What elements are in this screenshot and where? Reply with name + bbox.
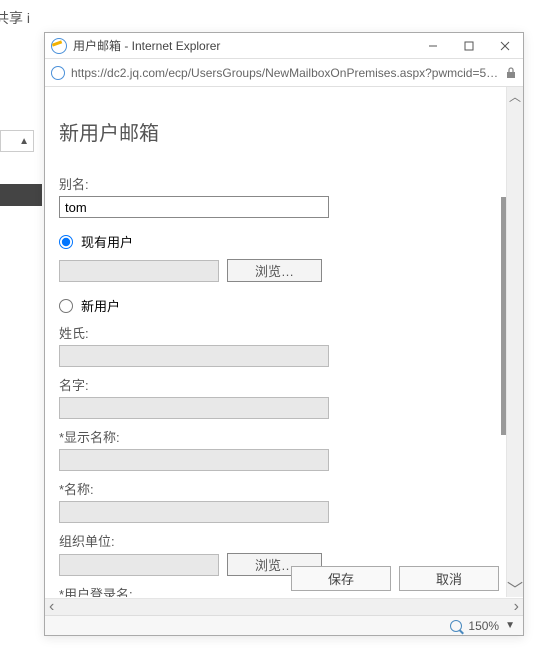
cancel-button[interactable]: 取消 [399, 566, 499, 591]
scroll-left-icon[interactable]: ‹ [49, 598, 54, 615]
name-label: *名称: [59, 479, 491, 498]
vertical-scrollbar[interactable]: ︿ ﹀ [506, 87, 523, 597]
minimize-button[interactable] [415, 33, 451, 58]
lock-icon [505, 66, 517, 80]
alias-label: 别名: [59, 174, 491, 193]
existing-user-input[interactable] [59, 260, 219, 282]
content-area: 新用户邮箱 别名: 现有用户 浏览… 新用户 姓氏: 名字: *显示名称: *名… [45, 87, 523, 615]
alias-input[interactable] [59, 196, 329, 218]
displayname-input[interactable] [59, 449, 329, 471]
existing-user-radio[interactable] [59, 235, 73, 249]
addressbar[interactable]: https://dc2.jq.com/ecp/UsersGroups/NewMa… [45, 59, 523, 87]
scroll-down-icon[interactable]: ﹀ [507, 581, 523, 595]
close-icon [500, 41, 510, 51]
browse-existing-button[interactable]: 浏览… [227, 259, 322, 282]
bg-dropdown[interactable]: ▲ [0, 130, 34, 152]
titlebar: 用户邮箱 - Internet Explorer [45, 33, 523, 59]
firstname-input[interactable] [59, 397, 329, 419]
zoom-dropdown-icon[interactable]: ▼ [505, 620, 515, 631]
existing-user-label: 现有用户 [81, 232, 133, 251]
displayname-label: *显示名称: [59, 427, 491, 446]
scroll-right-icon[interactable]: › [514, 598, 519, 615]
new-user-row: 新用户 [59, 296, 491, 315]
horizontal-scrollbar[interactable]: ‹ › [45, 598, 523, 615]
scroll-up-icon[interactable]: ︿ [507, 89, 523, 103]
url-text: https://dc2.jq.com/ecp/UsersGroups/NewMa… [71, 66, 499, 80]
lastname-label: 姓氏: [59, 323, 491, 342]
minimize-icon [428, 41, 438, 51]
maximize-icon [464, 41, 474, 51]
action-buttons: 保存 取消 [291, 566, 499, 591]
ie-window: 用户邮箱 - Internet Explorer https://dc2.jq.… [44, 32, 524, 636]
orgunit-input[interactable] [59, 554, 219, 576]
lastname-input[interactable] [59, 345, 329, 367]
firstname-label: 名字: [59, 375, 491, 394]
bg-share-text: 共享 i [0, 8, 30, 28]
existing-user-row: 现有用户 [59, 232, 491, 251]
bg-dark-bar [0, 184, 42, 206]
triangle-up-icon: ▲ [19, 136, 29, 147]
zoom-level: 150% [468, 619, 499, 633]
window-controls [415, 33, 523, 58]
new-user-label: 新用户 [81, 296, 120, 315]
new-user-radio[interactable] [59, 299, 73, 313]
name-input[interactable] [59, 501, 329, 523]
ie-logo-icon [51, 38, 67, 54]
form-content: 新用户邮箱 别名: 现有用户 浏览… 新用户 姓氏: 名字: *显示名称: *名… [45, 87, 505, 597]
statusbar: 150% ▼ [45, 615, 523, 635]
orgunit-label: 组织单位: [59, 531, 491, 550]
maximize-button[interactable] [451, 33, 487, 58]
page-title: 新用户邮箱 [59, 117, 491, 146]
window-title: 用户邮箱 - Internet Explorer [73, 37, 415, 54]
close-button[interactable] [487, 33, 523, 58]
save-button[interactable]: 保存 [291, 566, 391, 591]
ie-favicon-icon [51, 66, 65, 80]
zoom-icon[interactable] [450, 620, 462, 632]
